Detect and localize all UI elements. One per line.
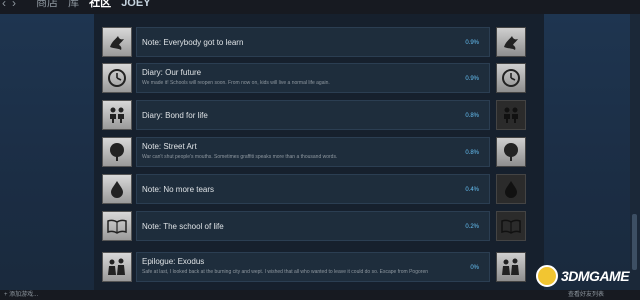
add-game-button[interactable]: + 添加游戏... (4, 290, 38, 300)
achievement-panel: Note: Everybody got to learn 0.9% (136, 27, 490, 57)
friends-list-button[interactable]: 查看好友列表 (568, 290, 604, 300)
achievement-title: Note: The school of life (142, 222, 224, 231)
achievement-panel: Diary: Bond for life 0.8% (136, 100, 490, 130)
achievement-percent: 0% (470, 265, 479, 271)
achievement-row: Note: Street Art War can't shut people's… (100, 137, 540, 169)
achievement-description: War can't shut people's mouths. Sometime… (142, 154, 338, 160)
achievement-description: We made it! Schools will reopen soon. Fr… (142, 80, 330, 86)
achievement-row: Diary: Our future We made it! Schools wi… (100, 63, 540, 95)
achievement-title: Diary: Bond for life (142, 111, 208, 120)
nav-library[interactable]: 库 (68, 0, 79, 9)
watermark-logo-icon (536, 265, 558, 287)
achievement-percent: 0.9% (465, 76, 479, 82)
achievement-panel: Diary: Our future We made it! Schools wi… (136, 63, 490, 93)
achievement-row: Note: Everybody got to learn 0.9% (100, 27, 540, 59)
nav-arrows: ‹ › (2, 0, 22, 9)
children-icon (496, 100, 526, 130)
teardrop-icon (496, 174, 526, 204)
forward-arrow-icon[interactable]: › (12, 0, 16, 10)
book-icon (102, 211, 132, 241)
right-background (544, 14, 630, 290)
achievement-row: Epilogue: Exodus Safe at last, I looked … (100, 252, 540, 284)
tree-icon (102, 137, 132, 167)
achievement-percent: 0.9% (465, 40, 479, 46)
clock-icon (102, 63, 132, 93)
bird-icon (102, 27, 132, 57)
watermark-text: 3DMGAME (561, 268, 630, 284)
clock-icon (496, 63, 526, 93)
achievement-row: Note: No more tears 0.4% (100, 174, 540, 206)
family-icon (102, 252, 132, 282)
left-background (0, 14, 94, 290)
nav-username[interactable]: JOEY (121, 0, 150, 9)
nav-store[interactable]: 商店 (36, 0, 58, 9)
achievement-percent: 0.8% (465, 113, 479, 119)
achievement-description: Safe at last, I looked back at the burni… (142, 269, 429, 275)
nav-community[interactable]: 社区 (89, 0, 111, 9)
achievement-title: Note: Street Art (142, 142, 197, 151)
achievement-title: Note: Everybody got to learn (142, 38, 244, 47)
achievement-percent: 0.8% (465, 150, 479, 156)
site-watermark: 3DMGAME (536, 262, 640, 290)
achievement-panel: Note: No more tears 0.4% (136, 174, 490, 204)
achievement-percent: 0.4% (465, 187, 479, 193)
tree-icon (496, 137, 526, 167)
breadcrumb: 商店 库 社区 JOEY (36, 0, 158, 9)
teardrop-icon (102, 174, 132, 204)
achievement-row: Note: The school of life 0.2% (100, 211, 540, 243)
achievement-percent: 0.2% (465, 224, 479, 230)
scrollbar[interactable] (630, 14, 640, 290)
family-icon (496, 252, 526, 282)
book-icon (496, 211, 526, 241)
bird-icon (496, 27, 526, 57)
top-nav-bar: ‹ › 商店 库 社区 JOEY (0, 0, 640, 14)
achievement-title: Note: No more tears (142, 185, 215, 194)
achievement-title: Epilogue: Exodus (142, 257, 205, 266)
achievement-title: Diary: Our future (142, 68, 202, 77)
back-arrow-icon[interactable]: ‹ (2, 0, 6, 10)
achievement-panel: Note: Street Art War can't shut people's… (136, 137, 490, 167)
achievement-row: Diary: Bond for life 0.8% (100, 100, 540, 132)
achievement-panel: Epilogue: Exodus Safe at last, I looked … (136, 252, 490, 282)
children-icon (102, 100, 132, 130)
bottom-bar: + 添加游戏... 查看好友列表 (0, 290, 640, 300)
achievement-panel: Note: The school of life 0.2% (136, 211, 490, 241)
